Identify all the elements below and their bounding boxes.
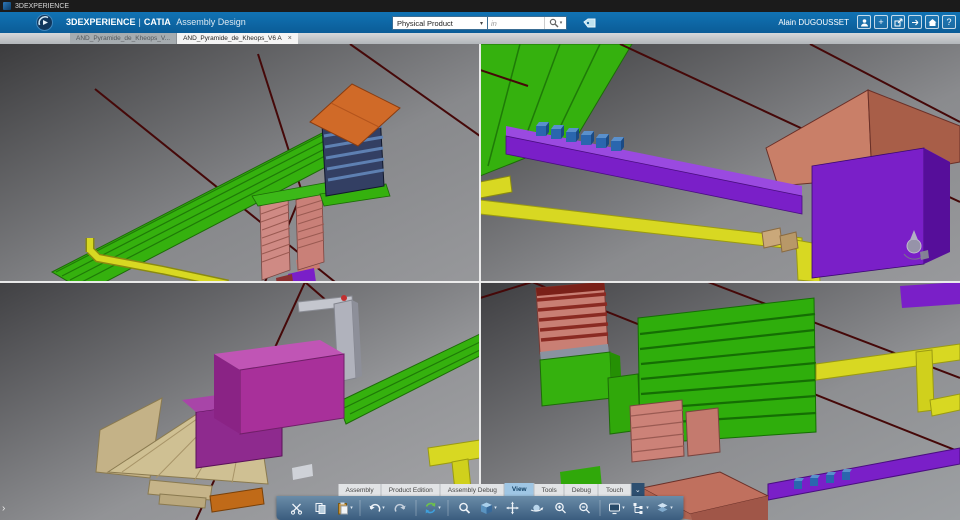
zoom-out-button[interactable] xyxy=(573,498,596,518)
tab-touch[interactable]: Touch xyxy=(598,484,632,496)
arrow-right-icon xyxy=(911,19,918,25)
search-scope-select[interactable]: Physical Product ▾ xyxy=(392,16,488,30)
undo-icon xyxy=(369,503,381,512)
collapse-action-bar-button[interactable]: ⌄ xyxy=(631,483,645,496)
chevron-down-icon: ▾ xyxy=(438,505,441,511)
action-bar-toolbar: ▾ ▾ ▾ ▾ ▾ ▾ ▾ xyxy=(276,496,684,520)
document-tab-active[interactable]: AND_Pyramide_de_Kheops_V6 A × xyxy=(177,33,298,44)
add-button[interactable]: + xyxy=(874,15,888,29)
redo-icon xyxy=(394,503,406,512)
orbit-button[interactable] xyxy=(525,498,548,518)
fit-all-icon xyxy=(458,502,470,514)
window-titlebar: 3DEXPERIENCE xyxy=(0,0,960,12)
user-icon xyxy=(860,18,868,26)
chevron-down-icon: ▾ xyxy=(559,20,563,26)
copy-icon xyxy=(315,503,325,514)
user-profile-button[interactable] xyxy=(857,15,871,29)
chevron-down-icon: ▾ xyxy=(382,505,385,511)
tag-button[interactable] xyxy=(581,16,597,30)
viewport-divider-horizontal[interactable] xyxy=(0,281,960,283)
app-name: CATIA xyxy=(143,17,171,27)
search-icon xyxy=(549,18,559,28)
app-module: Assembly Design xyxy=(176,17,246,27)
cut-icon xyxy=(290,503,302,515)
chevron-down-icon: ▾ xyxy=(479,20,483,27)
chevron-down-icon: ▾ xyxy=(622,505,625,511)
action-bar-tabs: Assembly Product Edition Assembly Debug … xyxy=(338,483,645,496)
viewport-top-left[interactable] xyxy=(0,44,480,282)
compass-logo-icon[interactable] xyxy=(36,14,53,31)
paste-icon xyxy=(337,502,348,515)
chevron-down-icon: ▾ xyxy=(670,505,673,511)
copy-button[interactable] xyxy=(309,498,332,518)
zoom-in-button[interactable] xyxy=(549,498,572,518)
app-icon xyxy=(3,2,11,10)
tree-icon xyxy=(633,503,643,514)
tab-tools[interactable]: Tools xyxy=(534,484,565,496)
brand-text: 3DEXPERIENCE xyxy=(66,17,136,27)
tab-assembly-debug[interactable]: Assembly Debug xyxy=(440,484,505,496)
pan-icon xyxy=(505,501,519,515)
search-input[interactable] xyxy=(488,17,544,29)
home-icon xyxy=(928,18,936,26)
toolbar-separator xyxy=(447,500,449,516)
toolbar-separator xyxy=(415,500,417,516)
search-button[interactable]: ▾ xyxy=(544,17,566,29)
zoom-in-icon xyxy=(554,502,566,514)
help-button[interactable]: ? xyxy=(942,15,956,29)
view-cube-icon xyxy=(480,502,492,514)
redo-button[interactable] xyxy=(389,498,412,518)
search-scope-value: Physical Product xyxy=(397,18,453,28)
update-icon xyxy=(425,502,436,514)
paste-button[interactable]: ▾ xyxy=(333,498,356,518)
window-title: 3DEXPERIENCE xyxy=(15,2,70,10)
panel-expander-icon[interactable]: › xyxy=(2,503,5,514)
toolbar-separator xyxy=(359,500,361,516)
view-cube-button[interactable]: ▾ xyxy=(477,498,500,518)
viewport-area: › xyxy=(0,44,960,520)
undo-button[interactable]: ▾ xyxy=(365,498,388,518)
zoom-out-icon xyxy=(578,502,590,514)
tab-product-edition[interactable]: Product Edition xyxy=(381,484,441,496)
update-button[interactable]: ▾ xyxy=(421,498,444,518)
search-box: ▾ xyxy=(488,16,567,30)
tab-assembly[interactable]: Assembly xyxy=(338,484,382,496)
tab-debug[interactable]: Debug xyxy=(564,484,599,496)
user-name: Alain DUGOUSSET xyxy=(778,17,849,27)
document-tab[interactable]: AND_Pyramide_de_Kheops_V... xyxy=(70,33,178,44)
home-button[interactable] xyxy=(925,15,939,29)
layers-icon xyxy=(657,503,668,512)
layers-button[interactable]: ▾ xyxy=(653,498,676,518)
header: 3DEXPERIENCE | CATIA Assembly Design Physi… xyxy=(0,12,960,33)
tree-button[interactable]: ▾ xyxy=(629,498,652,518)
document-tab-label: AND_Pyramide_de_Kheops_V... xyxy=(76,35,171,42)
document-tab-bar: AND_Pyramide_de_Kheops_V... AND_Pyramide… xyxy=(0,33,960,44)
chevron-down-icon: ▾ xyxy=(646,505,649,511)
open-button[interactable] xyxy=(908,15,922,29)
screen-button[interactable]: ▾ xyxy=(605,498,628,518)
orbit-icon xyxy=(530,504,543,512)
screen-icon xyxy=(608,503,620,515)
action-bar: Assembly Product Edition Assembly Debug … xyxy=(276,483,684,520)
pan-button[interactable] xyxy=(501,498,524,518)
chevron-down-icon: ▾ xyxy=(350,505,353,511)
search-group: Physical Product ▾ ▾ xyxy=(392,16,597,30)
user-area: Alain DUGOUSSET + ? xyxy=(778,15,956,29)
tab-view[interactable]: View xyxy=(504,483,535,496)
share-button[interactable] xyxy=(891,15,905,29)
fit-all-button[interactable] xyxy=(453,498,476,518)
close-icon[interactable]: × xyxy=(288,35,292,42)
viewport-top-right[interactable] xyxy=(480,44,960,282)
cut-button[interactable] xyxy=(285,498,308,518)
app-title: 3DEXPERIENCE | CATIA Assembly Design xyxy=(66,17,249,27)
chevron-down-icon: ▾ xyxy=(494,505,497,511)
document-tab-label: AND_Pyramide_de_Kheops_V6 A xyxy=(183,35,282,42)
toolbar-separator xyxy=(599,500,601,516)
share-icon xyxy=(894,18,902,26)
tag-icon xyxy=(582,18,595,27)
title-divider: | xyxy=(138,17,141,27)
